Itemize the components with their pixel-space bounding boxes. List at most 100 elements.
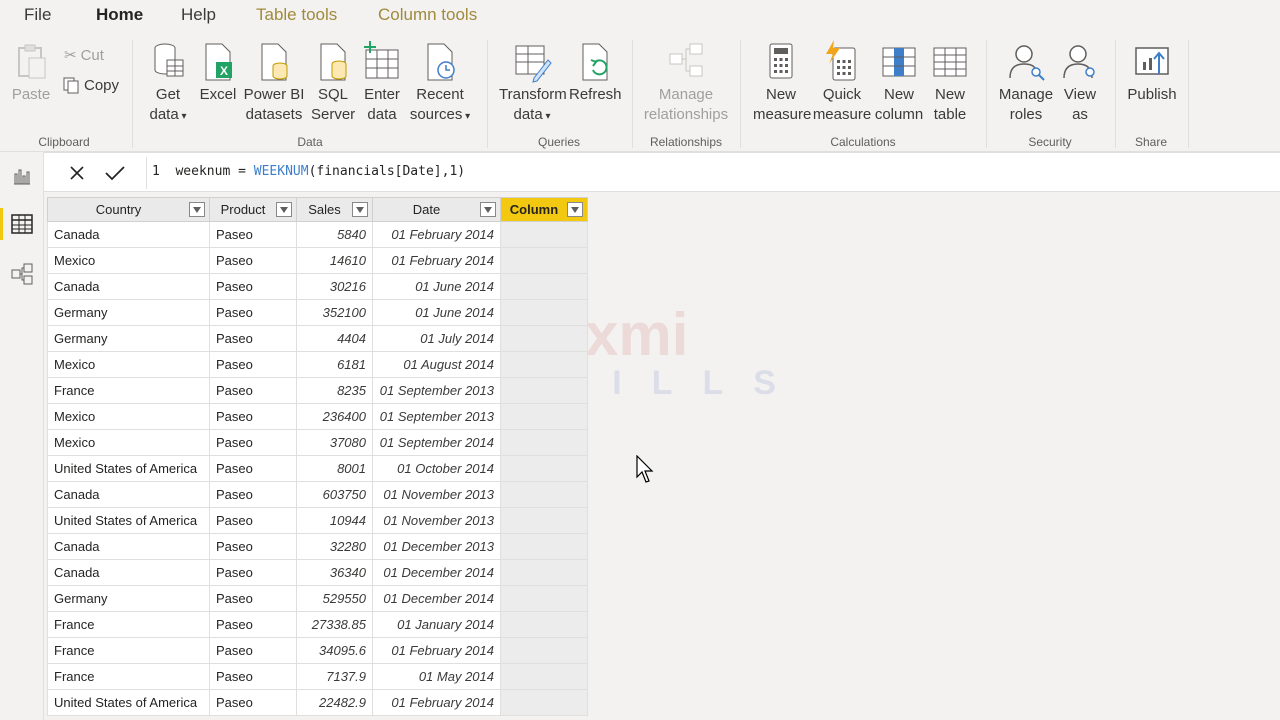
cell-product[interactable]: Paseo [209,325,297,352]
cell-product[interactable]: Paseo [209,429,297,456]
cell-country[interactable]: Canada [47,221,210,248]
cell-date[interactable]: 01 December 2014 [372,559,501,586]
cell-country[interactable]: Canada [47,533,210,560]
cell-date[interactable]: 01 June 2014 [372,273,501,300]
cell-country[interactable]: Mexico [47,429,210,456]
sql-server-button[interactable]: SQL Server [311,40,355,125]
cell-new-column[interactable] [500,455,588,482]
cell-date[interactable]: 01 October 2014 [372,455,501,482]
cell-country[interactable]: Mexico [47,247,210,274]
cell-product[interactable]: Paseo [209,221,297,248]
cell-date[interactable]: 01 December 2014 [372,585,501,612]
new-table-button[interactable]: New table [928,40,972,125]
cell-new-column[interactable] [500,611,588,638]
cell-sales[interactable]: 603750 [296,481,373,508]
column-header-new-column[interactable]: Column [500,197,588,222]
cell-new-column[interactable] [500,221,588,248]
cell-sales[interactable]: 236400 [296,403,373,430]
cell-new-column[interactable] [500,325,588,352]
tab-file[interactable]: File [24,5,51,25]
publish-button[interactable]: Publish [1126,40,1178,105]
tab-column-tools[interactable]: Column tools [378,5,477,25]
cell-sales[interactable]: 22482.9 [296,689,373,716]
cell-country[interactable]: United States of America [47,455,210,482]
chevron-down-icon[interactable] [276,202,292,217]
cell-date[interactable]: 01 November 2013 [372,481,501,508]
cell-new-column[interactable] [500,429,588,456]
cell-date[interactable]: 01 February 2014 [372,247,501,274]
cell-country[interactable]: Germany [47,325,210,352]
cell-country[interactable]: Germany [47,585,210,612]
enter-data-button[interactable]: Enter data [360,40,404,125]
cell-date[interactable]: 01 February 2014 [372,637,501,664]
cell-product[interactable]: Paseo [209,533,297,560]
cell-date[interactable]: 01 May 2014 [372,663,501,690]
chevron-down-icon[interactable] [480,202,496,217]
cell-product[interactable]: Paseo [209,507,297,534]
cell-date[interactable]: 01 September 2013 [372,403,501,430]
cell-new-column[interactable] [500,689,588,716]
cell-new-column[interactable] [500,585,588,612]
cell-date[interactable]: 01 January 2014 [372,611,501,638]
cell-sales[interactable]: 34095.6 [296,637,373,664]
column-header-sales[interactable]: Sales [296,197,373,222]
quick-measure-button[interactable]: Quick measure [812,40,872,125]
new-column-button[interactable]: New column [874,40,924,125]
cell-new-column[interactable] [500,247,588,274]
cell-new-column[interactable] [500,637,588,664]
cell-sales[interactable]: 8001 [296,455,373,482]
model-view-button[interactable] [0,252,44,296]
tab-home[interactable]: Home [96,5,144,35]
cell-date[interactable]: 01 November 2013 [372,507,501,534]
cell-sales[interactable]: 529550 [296,585,373,612]
cell-new-column[interactable] [500,299,588,326]
cell-product[interactable]: Paseo [209,689,297,716]
column-header-product[interactable]: Product [209,197,297,222]
new-measure-button[interactable]: New measure [753,40,811,125]
cell-new-column[interactable] [500,481,588,508]
cell-country[interactable]: Mexico [47,403,210,430]
cell-sales[interactable]: 4404 [296,325,373,352]
cut-button[interactable]: ✂ Cut [64,46,104,65]
report-view-button[interactable] [0,154,44,198]
cell-product[interactable]: Paseo [209,247,297,274]
cell-sales[interactable]: 8235 [296,377,373,404]
cell-sales[interactable]: 32280 [296,533,373,560]
cancel-formula-button[interactable] [62,161,92,185]
cell-product[interactable]: Paseo [209,559,297,586]
cell-date[interactable]: 01 June 2014 [372,299,501,326]
cell-country[interactable]: Canada [47,273,210,300]
cell-country[interactable]: France [47,663,210,690]
column-header-date[interactable]: Date [372,197,501,222]
cell-new-column[interactable] [500,377,588,404]
cell-date[interactable]: 01 September 2013 [372,377,501,404]
column-header-country[interactable]: Country [47,197,210,222]
chevron-down-icon[interactable] [189,202,205,217]
manage-relationships-button[interactable]: Manage relationships [642,40,730,125]
cell-sales[interactable]: 37080 [296,429,373,456]
copy-button[interactable]: Copy [62,76,119,94]
cell-date[interactable]: 01 February 2014 [372,221,501,248]
cell-product[interactable]: Paseo [209,611,297,638]
cell-country[interactable]: Mexico [47,351,210,378]
cell-new-column[interactable] [500,507,588,534]
cell-sales[interactable]: 36340 [296,559,373,586]
cell-product[interactable]: Paseo [209,377,297,404]
cell-product[interactable]: Paseo [209,351,297,378]
cell-product[interactable]: Paseo [209,585,297,612]
cell-product[interactable]: Paseo [209,663,297,690]
refresh-button[interactable]: Refresh [569,40,622,105]
cell-country[interactable]: France [47,611,210,638]
tab-help[interactable]: Help [181,5,216,25]
cell-date[interactable]: 01 September 2014 [372,429,501,456]
chevron-down-icon[interactable] [567,202,583,217]
cell-country[interactable]: United States of America [47,689,210,716]
cell-country[interactable]: Germany [47,299,210,326]
cell-new-column[interactable] [500,273,588,300]
excel-button[interactable]: X Excel [198,40,238,105]
cell-new-column[interactable] [500,559,588,586]
transform-data-button[interactable]: Transform data ▾ [499,40,567,127]
cell-sales[interactable]: 7137.9 [296,663,373,690]
data-view-button[interactable] [0,202,44,246]
cell-product[interactable]: Paseo [209,455,297,482]
